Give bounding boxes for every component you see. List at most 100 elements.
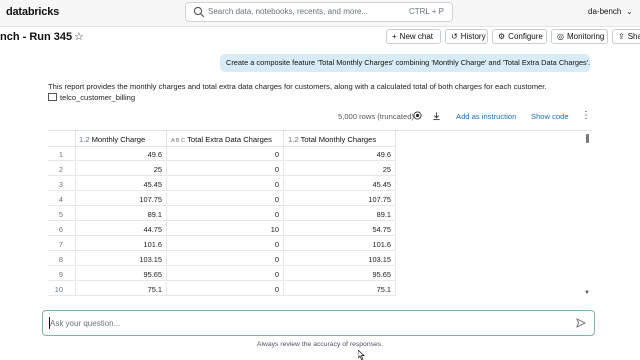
- more-options-icon[interactable]: ⋮: [581, 110, 591, 121]
- monthly-charge-cell[interactable]: 44.75: [76, 222, 167, 236]
- user-message-bubble: Create a composite feature 'Total Monthl…: [220, 54, 590, 72]
- send-icon[interactable]: [576, 318, 586, 328]
- share-label: Sha: [627, 32, 640, 41]
- plus-icon: +: [392, 32, 397, 41]
- total-monthly-charges-cell[interactable]: 54.75: [284, 222, 396, 236]
- row-index-cell[interactable]: 7: [48, 237, 76, 251]
- table-row: 5 89.1 0 89.1: [48, 207, 398, 221]
- star-icon[interactable]: ☆: [74, 30, 84, 43]
- share-icon: ⇪: [618, 32, 625, 41]
- results-table: 1.2 Monthly Charge A B C Total Extra Data …: [48, 130, 592, 297]
- column-header[interactable]: A B C Total Extra Data Charges: [167, 131, 284, 147]
- row-index-cell[interactable]: 3: [48, 177, 76, 191]
- row-index-cell[interactable]: 4: [48, 192, 76, 206]
- show-code-link[interactable]: Show code: [531, 112, 569, 121]
- total-monthly-charges-cell[interactable]: 89.1: [284, 207, 396, 221]
- monthly-charge-cell[interactable]: 25: [76, 162, 167, 176]
- monthly-charge-cell[interactable]: 49.6: [76, 147, 167, 161]
- new-chat-button[interactable]: + New chat: [386, 29, 441, 44]
- scrollbar-thumb[interactable]: [586, 134, 589, 143]
- extra-data-charges-cell[interactable]: 0: [167, 147, 284, 161]
- total-monthly-charges-cell[interactable]: 101.6: [284, 237, 396, 251]
- chevron-down-icon[interactable]: ⌄: [626, 7, 633, 16]
- extra-data-charges-cell[interactable]: 0: [167, 162, 284, 176]
- table-row: 2 25 0 25: [48, 162, 398, 176]
- history-label: History: [460, 32, 486, 41]
- monthly-charge-cell[interactable]: 103.15: [76, 252, 167, 266]
- total-monthly-charges-cell[interactable]: 75.1: [284, 282, 396, 296]
- configure-label: Configure: [508, 32, 543, 41]
- record-icon[interactable]: [413, 111, 422, 120]
- extra-data-charges-cell[interactable]: 0: [167, 252, 284, 266]
- extra-data-charges-cell[interactable]: 0: [167, 237, 284, 251]
- table-reference[interactable]: telco_customer_billing: [48, 93, 135, 102]
- history-button[interactable]: ↺ History: [445, 29, 488, 44]
- row-index-cell[interactable]: 9: [48, 267, 76, 281]
- decimal-type-icon: 1.2: [79, 135, 90, 144]
- share-button[interactable]: ⇪Sha: [612, 29, 640, 44]
- column-header[interactable]: 1.2 Total Monthly Charges: [284, 131, 396, 147]
- row-index-cell[interactable]: 6: [48, 222, 76, 236]
- extra-data-charges-cell[interactable]: 0: [167, 177, 284, 191]
- string-type-icon: A B C: [171, 138, 186, 144]
- decimal-type-icon: 1.2: [288, 135, 299, 144]
- header-index-cell: [48, 131, 76, 147]
- monthly-charge-cell[interactable]: 101.6: [76, 237, 167, 251]
- row-index-cell[interactable]: 10: [48, 282, 76, 296]
- search-icon: [193, 6, 205, 18]
- user-menu[interactable]: da-bench: [588, 7, 621, 16]
- table-row: 8 103.15 0 103.15: [48, 252, 398, 266]
- total-monthly-charges-cell[interactable]: 45.45: [284, 177, 396, 191]
- total-monthly-charges-cell[interactable]: 95.65: [284, 267, 396, 281]
- table-row: 9 95.65 0 95.65: [48, 267, 398, 281]
- total-monthly-charges-cell[interactable]: 25: [284, 162, 396, 176]
- monitoring-label: Monitoring: [566, 32, 605, 41]
- total-monthly-charges-cell[interactable]: 49.6: [284, 147, 396, 161]
- download-icon[interactable]: [432, 111, 441, 121]
- extra-data-charges-cell[interactable]: 0: [167, 207, 284, 221]
- table-row: 4 107.75 0 107.75: [48, 192, 398, 206]
- global-search-box[interactable]: Search data, notebooks, recents, and mor…: [185, 2, 453, 22]
- row-index-cell[interactable]: 2: [48, 162, 76, 176]
- rows-info: 5,000 rows (truncated): [338, 112, 414, 121]
- total-monthly-charges-cell[interactable]: 103.15: [284, 252, 396, 266]
- top-bar: databricks Search data, notebooks, recen…: [0, 0, 640, 27]
- monthly-charge-cell[interactable]: 95.65: [76, 267, 167, 281]
- configure-button[interactable]: ⚙ Configure: [492, 29, 547, 44]
- extra-data-charges-cell[interactable]: 10: [167, 222, 284, 236]
- search-shortcut: CTRL + P: [408, 7, 444, 16]
- extra-data-charges-cell[interactable]: 0: [167, 192, 284, 206]
- table-row: 1 49.6 0 49.6: [48, 147, 398, 161]
- row-index-cell[interactable]: 5: [48, 207, 76, 221]
- table-row: 7 101.6 0 101.6: [48, 237, 398, 251]
- ask-question-input[interactable]: Ask your question...: [42, 310, 595, 336]
- column-header-label: Total Monthly Charges: [300, 135, 377, 144]
- table-reference-label: telco_customer_billing: [60, 93, 136, 102]
- table-row: 6 44.75 10 54.75: [48, 222, 398, 236]
- vertical-scrollbar[interactable]: [585, 132, 590, 296]
- add-as-instruction-link[interactable]: Add as instruction: [456, 112, 516, 121]
- column-header[interactable]: 1.2 Monthly Charge: [76, 131, 167, 147]
- gear-icon: ⚙: [498, 32, 506, 41]
- row-index-cell[interactable]: 8: [48, 252, 76, 266]
- total-monthly-charges-cell[interactable]: 107.75: [284, 192, 396, 206]
- scroll-down-arrow-icon[interactable]: ▼: [584, 290, 590, 296]
- row-index-cell[interactable]: 1: [48, 147, 76, 161]
- extra-data-charges-cell[interactable]: 0: [167, 282, 284, 296]
- eye-icon: ◎: [557, 32, 564, 41]
- response-text: This report provides the monthly charges…: [48, 82, 547, 91]
- ask-placeholder: Ask your question...: [50, 319, 121, 328]
- table-icon: [48, 93, 57, 101]
- table-row: 3 45.45 0 45.45: [48, 177, 398, 191]
- search-placeholder: Search data, notebooks, recents, and mor…: [208, 7, 369, 16]
- databricks-logo[interactable]: databricks: [6, 6, 59, 18]
- monthly-charge-cell[interactable]: 89.1: [76, 207, 167, 221]
- monthly-charge-cell[interactable]: 75.1: [76, 282, 167, 296]
- monthly-charge-cell[interactable]: 45.45: [76, 177, 167, 191]
- monitoring-button[interactable]: ◎ Monitoring: [551, 29, 608, 44]
- page-title: nch - Run 345: [0, 31, 73, 43]
- column-header-label: Monthly Charge: [91, 135, 146, 144]
- history-icon: ↺: [451, 32, 458, 41]
- extra-data-charges-cell[interactable]: 0: [167, 267, 284, 281]
- monthly-charge-cell[interactable]: 107.75: [76, 192, 167, 206]
